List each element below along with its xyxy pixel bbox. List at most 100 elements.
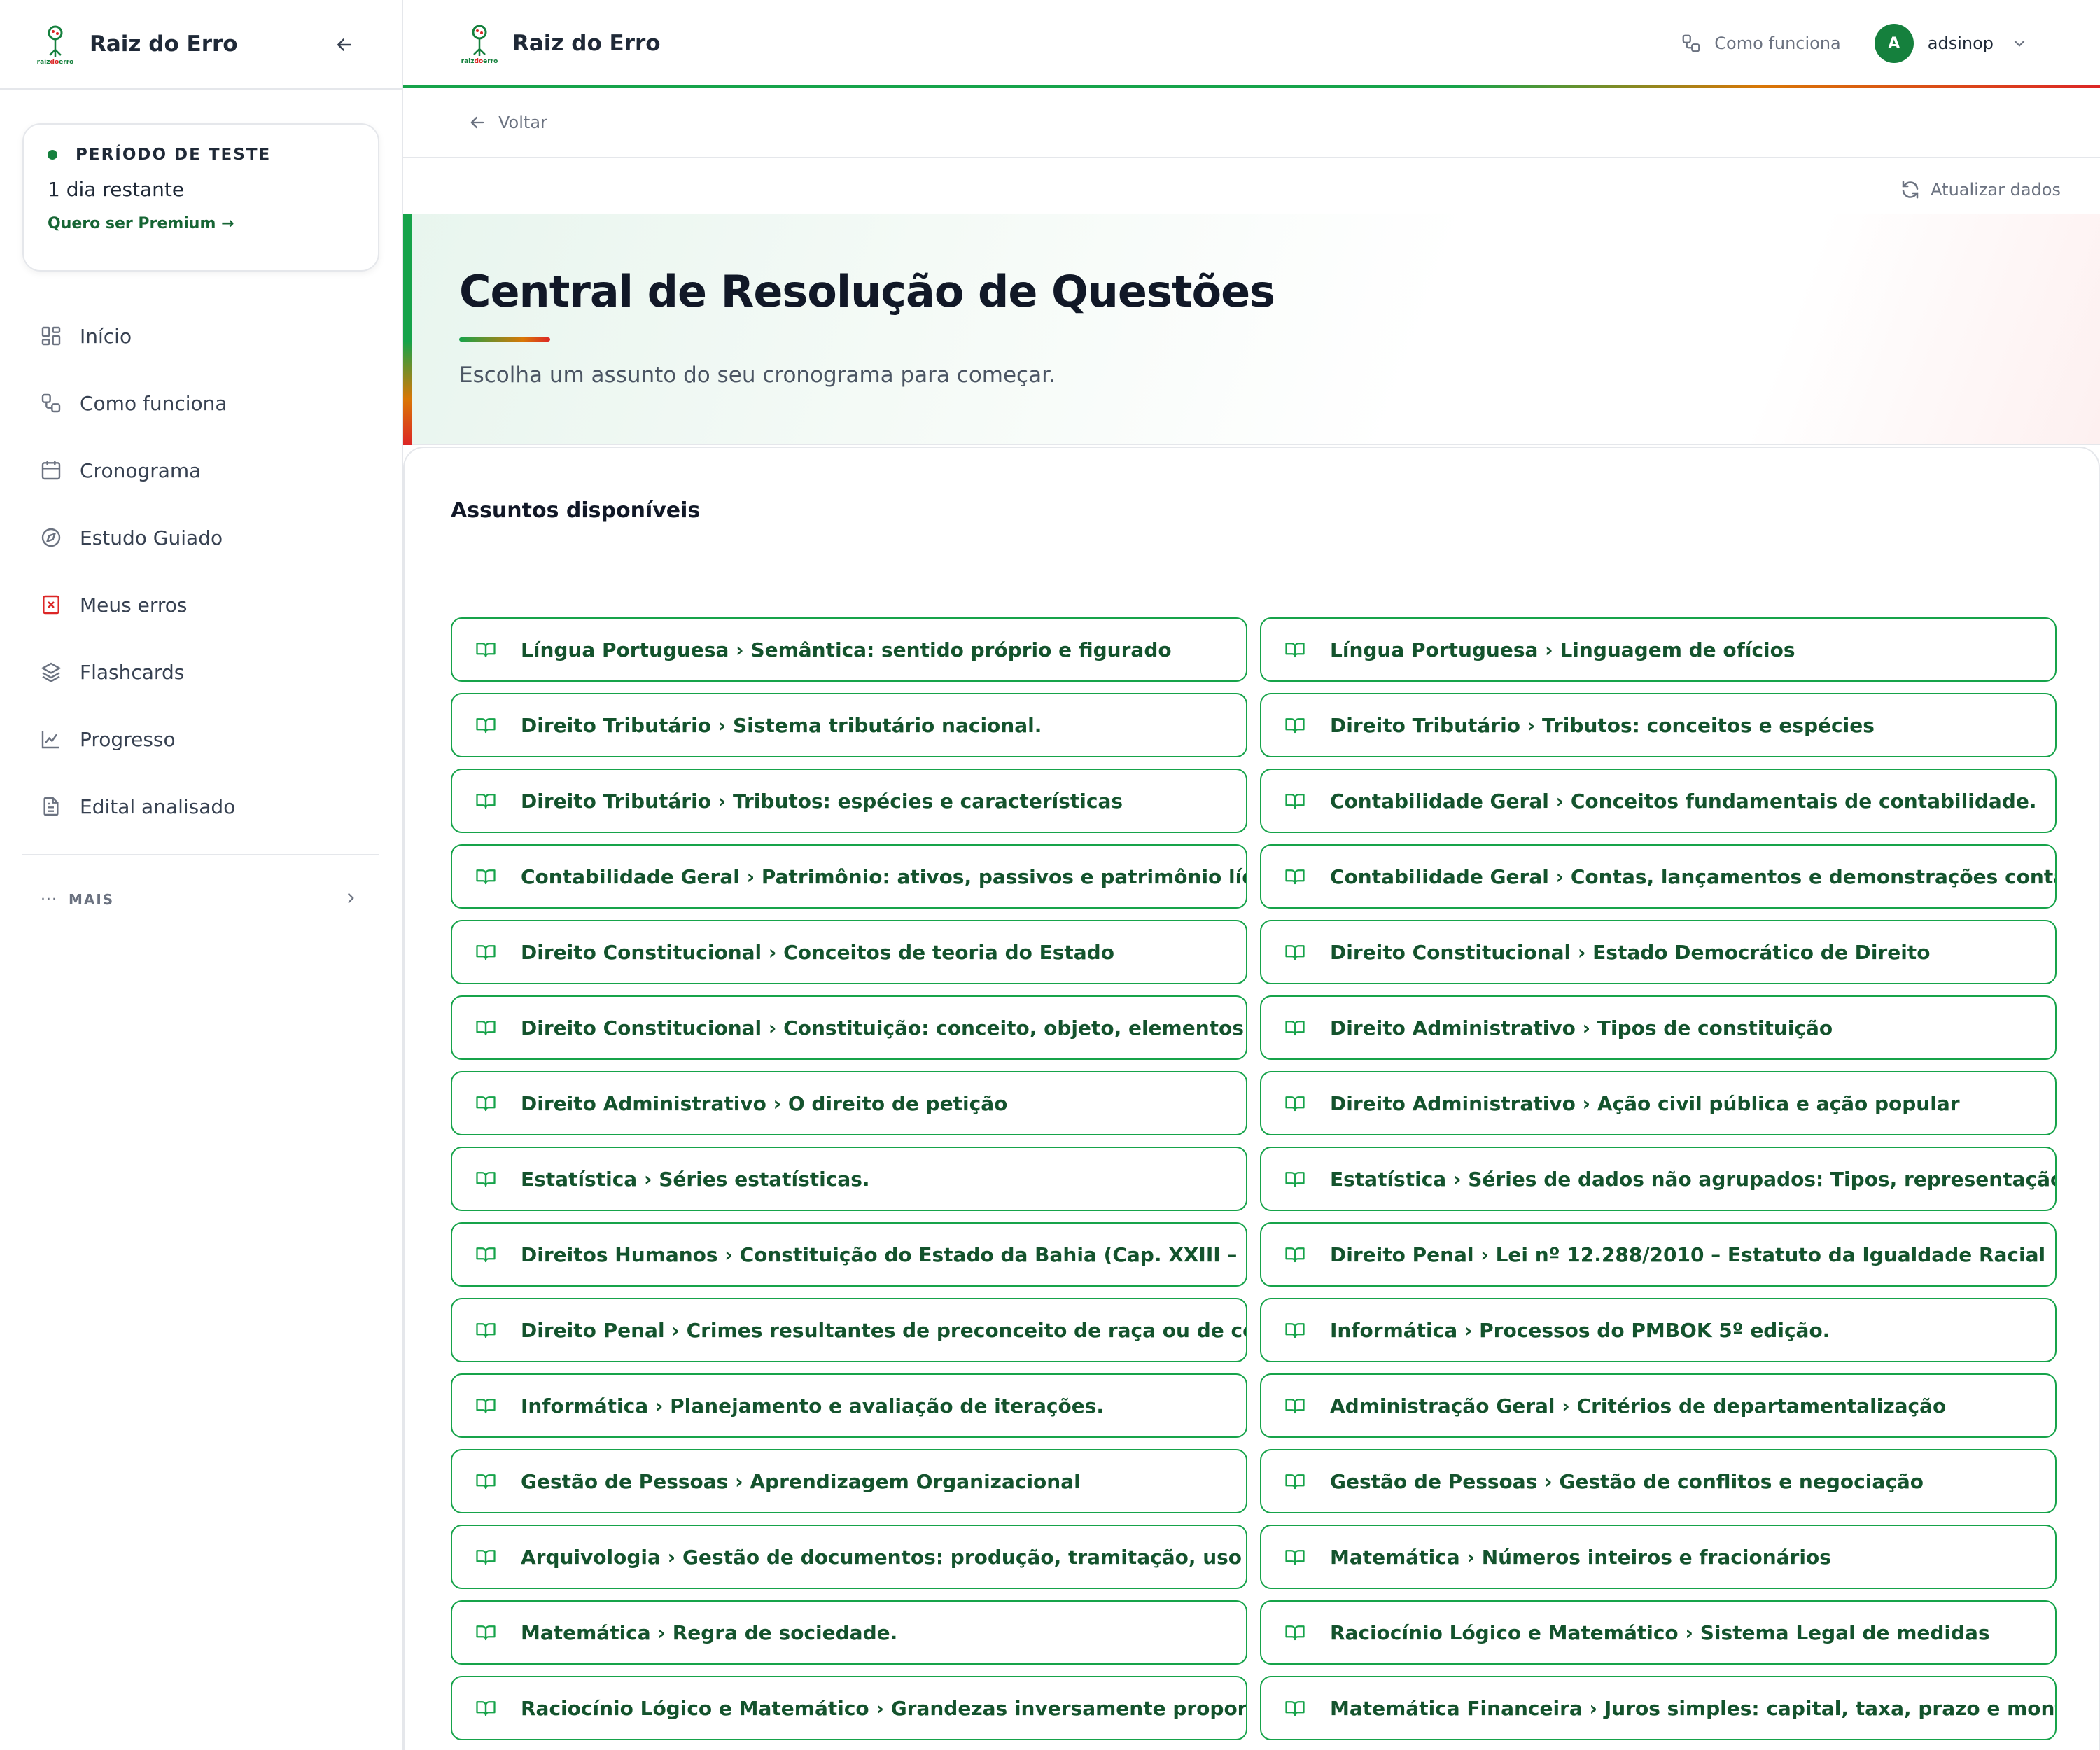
topic-label: Estatística › Séries estatísticas.: [521, 1167, 870, 1191]
topic-button[interactable]: Raciocínio Lógico e Matemático › Grandez…: [451, 1676, 1247, 1740]
hero-banner: Central de Resolução de Questões Escolha…: [403, 214, 2100, 445]
book-open-icon: [1284, 638, 1306, 661]
topic-button[interactable]: Arquivologia › Gestão de documentos: pro…: [451, 1525, 1247, 1589]
topic-label: Língua Portuguesa › Semântica: sentido p…: [521, 638, 1172, 662]
trial-card: PERÍODO DE TESTE 1 dia restante Quero se…: [22, 123, 379, 272]
refresh-label: Atualizar dados: [1931, 180, 2061, 200]
topic-label: Direito Constitucional › Constituição: c…: [521, 1016, 1246, 1040]
topic-label: Direito Tributário › Tributos: espécies …: [521, 789, 1124, 813]
topic-button[interactable]: Direito Tributário › Tributos: conceitos…: [1260, 693, 2057, 757]
topic-button[interactable]: Raciocínio Lógico e Matemático › Sistema…: [1260, 1600, 2057, 1665]
sidebar-item-como-funciona[interactable]: Como funciona: [22, 370, 379, 437]
hero-accent-bar: [403, 214, 412, 445]
topic-label: Direito Tributário › Tributos: conceitos…: [1330, 713, 1875, 737]
grid-icon: [39, 324, 63, 348]
chevron-down-icon[interactable]: [2010, 34, 2029, 52]
topic-label: Contabilidade Geral › Patrimônio: ativos…: [521, 864, 1247, 888]
topic-button[interactable]: Língua Portuguesa › Linguagem de ofícios: [1260, 617, 2057, 682]
book-open-icon: [1284, 941, 1306, 963]
topic-button[interactable]: Administração Geral › Critérios de depar…: [1260, 1373, 2057, 1438]
trial-days-remaining: 1 dia restante: [48, 178, 185, 201]
book-open-icon: [475, 1243, 497, 1266]
topic-label: Direito Administrativo › Ação civil públ…: [1330, 1091, 1960, 1115]
sidebar-item-estudo-guiado[interactable]: Estudo Guiado: [22, 504, 379, 571]
book-open-icon: [1284, 1243, 1306, 1266]
how-it-works-link[interactable]: Como funciona: [1681, 33, 1841, 54]
arrow-left-icon: [337, 38, 351, 51]
topic-button[interactable]: Direito Penal › Lei nº 12.288/2010 – Est…: [1260, 1222, 2057, 1287]
brand-name: Raiz do Erro: [512, 31, 661, 56]
book-open-icon: [475, 1168, 497, 1190]
more-label: MAIS: [68, 891, 115, 908]
collapse-sidebar-button[interactable]: [330, 31, 358, 59]
sidebar-item-meus-erros[interactable]: Meus erros: [22, 571, 379, 638]
topic-button[interactable]: Direitos Humanos › Constituição do Estad…: [451, 1222, 1247, 1287]
ellipsis-icon: ···: [41, 890, 57, 909]
topic-button[interactable]: Estatística › Séries de dados não agrupa…: [1260, 1147, 2057, 1211]
book-open-icon: [1284, 865, 1306, 888]
topic-button[interactable]: Contabilidade Geral › Patrimônio: ativos…: [451, 844, 1247, 909]
sidebar-item-label: Flashcards: [80, 660, 185, 684]
sidebar-item-label: Progresso: [80, 727, 176, 751]
brand-logo[interactable]: raizdoerro: [456, 20, 503, 66]
book-open-icon: [1284, 1697, 1306, 1719]
topic-button[interactable]: Informática › Processos do PMBOK 5º ediç…: [1260, 1298, 2057, 1362]
avatar[interactable]: A: [1874, 24, 1914, 63]
topic-button[interactable]: Gestão de Pessoas › Aprendizagem Organiz…: [451, 1449, 1247, 1513]
topic-label: Matemática Financeira › Juros simples: c…: [1330, 1696, 2057, 1720]
topic-label: Estatística › Séries de dados não agrupa…: [1330, 1167, 2057, 1191]
book-open-icon: [1284, 1546, 1306, 1568]
refresh-data-button[interactable]: Atualizar dados: [1900, 179, 2061, 200]
sidebar-item-cronograma[interactable]: Cronograma: [22, 437, 379, 504]
calendar-icon: [39, 458, 63, 482]
topic-button[interactable]: Contabilidade Geral › Conceitos fundamen…: [1260, 769, 2057, 833]
topic-button[interactable]: Estatística › Séries estatísticas.: [451, 1147, 1247, 1211]
topic-button[interactable]: Direito Penal › Crimes resultantes de pr…: [451, 1298, 1247, 1362]
topic-button[interactable]: Direito Administrativo › Ação civil públ…: [1260, 1071, 2057, 1135]
book-open-icon: [1284, 1319, 1306, 1341]
username[interactable]: adsinop: [1928, 34, 1994, 53]
topic-button[interactable]: Direito Constitucional › Conceitos de te…: [451, 920, 1247, 984]
brand-logo[interactable]: raizdoerro: [32, 21, 78, 67]
topic-button[interactable]: Contabilidade Geral › Contas, lançamento…: [1260, 844, 2057, 909]
topic-label: Direito Constitucional › Estado Democrát…: [1330, 940, 1931, 964]
how-it-works-label: Como funciona: [1714, 34, 1841, 53]
sidebar-item-progresso[interactable]: Progresso: [22, 706, 379, 773]
topic-button[interactable]: Matemática › Números inteiros e fracioná…: [1260, 1525, 2057, 1589]
topic-label: Direito Constitucional › Conceitos de te…: [521, 940, 1114, 964]
book-open-icon: [1284, 1621, 1306, 1644]
topic-label: Gestão de Pessoas › Gestão de conflitos …: [1330, 1469, 1924, 1493]
sidebar-item-label: Edital analisado: [80, 794, 236, 818]
topic-label: Direitos Humanos › Constituição do Estad…: [521, 1242, 1246, 1266]
back-bar: Voltar: [403, 88, 2100, 158]
topic-button[interactable]: Direito Constitucional › Estado Democrát…: [1260, 920, 2057, 984]
sidebar-nav: Início Como funciona Cronograma Estudo G…: [22, 302, 379, 840]
topic-button[interactable]: Gestão de Pessoas › Gestão de conflitos …: [1260, 1449, 2057, 1513]
back-button[interactable]: Voltar: [498, 113, 547, 132]
topic-button[interactable]: Informática › Planejamento e avaliação d…: [451, 1373, 1247, 1438]
book-open-icon: [475, 638, 497, 661]
premium-link[interactable]: Quero ser Premium →: [48, 215, 234, 232]
topic-label: Direito Administrativo › O direito de pe…: [521, 1091, 1008, 1115]
book-open-icon: [475, 1621, 497, 1644]
sidebar-header: raizdoerro Raiz do Erro: [0, 0, 402, 90]
topic-button[interactable]: Direito Tributário › Sistema tributário …: [451, 693, 1247, 757]
sidebar-item-edital-analisado[interactable]: Edital analisado: [22, 773, 379, 840]
book-open-icon: [1284, 1470, 1306, 1492]
topic-button[interactable]: Direito Tributário › Tributos: espécies …: [451, 769, 1247, 833]
topic-button[interactable]: Língua Portuguesa › Semântica: sentido p…: [451, 617, 1247, 682]
sidebar-more-toggle[interactable]: ··· MAIS: [22, 881, 379, 918]
trial-label: PERÍODO DE TESTE: [76, 146, 272, 164]
sidebar-item-flashcards[interactable]: Flashcards: [22, 638, 379, 706]
topic-button[interactable]: Direito Administrativo › Tipos de consti…: [1260, 995, 2057, 1060]
topic-button[interactable]: Direito Administrativo › O direito de pe…: [451, 1071, 1247, 1135]
topic-label: Direito Administrativo › Tipos de consti…: [1330, 1016, 1833, 1040]
sidebar-item-inicio[interactable]: Início: [22, 302, 379, 370]
topic-button[interactable]: Matemática Financeira › Juros simples: c…: [1260, 1676, 2057, 1740]
topic-button[interactable]: Direito Constitucional › Constituição: c…: [451, 995, 1247, 1060]
sidebar-item-label: Início: [80, 324, 132, 348]
arrow-left-icon[interactable]: [468, 113, 487, 132]
topic-button[interactable]: Matemática › Regra de sociedade.: [451, 1600, 1247, 1665]
topic-label: Direito Tributário › Sistema tributário …: [521, 713, 1042, 737]
panel-title: Assuntos disponíveis: [451, 498, 701, 523]
